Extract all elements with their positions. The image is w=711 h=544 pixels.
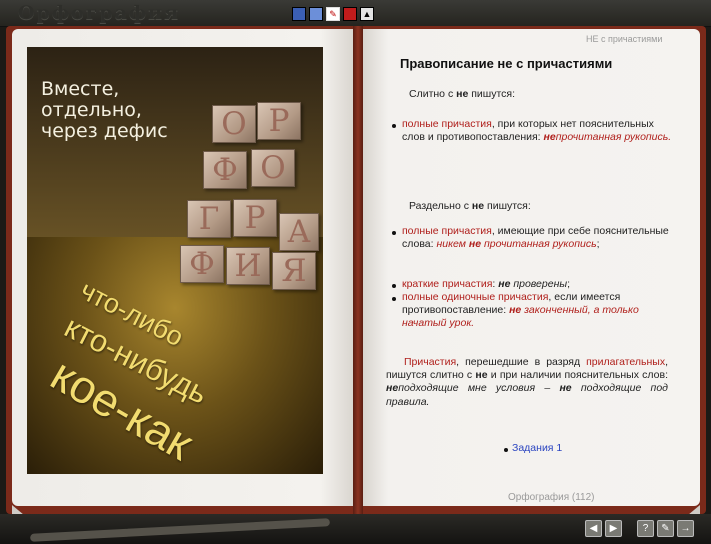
- para-text: и при наличии пояснительных слов:: [490, 369, 668, 382]
- example-text: прочитанная рукопись: [484, 238, 597, 251]
- example-ne: не: [386, 382, 399, 395]
- intro-text: пишутся:: [471, 88, 516, 100]
- rule-link[interactable]: краткие причастия: [402, 278, 492, 290]
- pen-decoration: [29, 518, 331, 542]
- rule-link[interactable]: полные одиночные причастия: [402, 291, 548, 303]
- rule-end: ;: [596, 238, 600, 251]
- bottom-toolbar: ◀ ▶ ? ✎ →: [0, 514, 711, 544]
- rule-item-3: краткие причастия: не проверены;: [402, 278, 672, 291]
- rule-item-1: полные причастия, при которых нет поясни…: [402, 118, 672, 144]
- back-button[interactable]: ◀: [585, 520, 602, 537]
- example-ne: не: [468, 238, 482, 251]
- rule-text: :: [492, 278, 496, 290]
- book-spine: [353, 26, 363, 514]
- page-footer: Орфография (112): [508, 492, 595, 503]
- heading-line-1: Вместе,: [41, 78, 120, 100]
- forward-button[interactable]: ▶: [605, 520, 622, 537]
- rule-link[interactable]: полные причастия: [402, 225, 492, 237]
- rule-link[interactable]: полные причастия: [402, 118, 492, 130]
- intro-text: пишутся:: [487, 200, 531, 212]
- illustration-heading: Вместе, отдельно, через дефис: [41, 79, 168, 142]
- intro-ne: не: [456, 88, 469, 100]
- intro-text: Слитно с: [409, 88, 454, 100]
- rule-item-2: полные причастия, имеющие при себе поясн…: [402, 225, 672, 251]
- example-text: проверены: [513, 278, 568, 290]
- example-text: подходящие мне условия –: [398, 382, 551, 395]
- para-ne: не: [475, 369, 488, 382]
- section-tab-1[interactable]: [292, 7, 306, 21]
- intro-ne: не: [471, 200, 485, 212]
- letter-block: Р: [257, 102, 301, 140]
- rule-link[interactable]: Причастия: [404, 356, 456, 368]
- bullet: [392, 297, 396, 301]
- page-header: НЕ с причастиями: [586, 34, 663, 44]
- example-ne: не: [509, 304, 522, 317]
- orthography-illustration: Вместе, отдельно, через дефис О Р Ф О Г …: [27, 47, 323, 474]
- top-desk-bar: Орфография ✎ ▲: [0, 0, 711, 27]
- notes-button[interactable]: ✎: [657, 520, 674, 537]
- together-intro: Слитно с не пишутся:: [409, 88, 515, 101]
- rule-end: ;: [567, 278, 570, 290]
- rule-link[interactable]: прилагательных: [586, 356, 665, 368]
- section-tab-2[interactable]: [309, 7, 323, 21]
- letter-block: А: [279, 213, 319, 251]
- section-tab-4[interactable]: [343, 7, 357, 21]
- example-text: прочитанная рукопись.: [555, 131, 672, 144]
- para-text: , перешедшие в разряд: [456, 356, 581, 368]
- example-ne: не: [543, 131, 556, 144]
- page-title: Правописание не с причастиями: [400, 56, 613, 71]
- letter-block: Ф: [203, 151, 247, 189]
- section-tab-3[interactable]: ✎: [326, 7, 340, 21]
- intro-text: Раздельно с: [409, 200, 469, 212]
- letter-block: О: [212, 105, 256, 143]
- heading-line-2: отдельно,: [41, 99, 142, 121]
- heading-line-3: через дефис: [41, 120, 168, 142]
- bullet: [392, 124, 396, 128]
- example-ne: не: [498, 278, 511, 290]
- exit-button[interactable]: →: [677, 520, 694, 537]
- bullet: [392, 231, 396, 235]
- help-button[interactable]: ?: [637, 520, 654, 537]
- letter-block: Р: [233, 199, 277, 237]
- adjective-paragraph: Причастия, перешедшие в разряд прилагате…: [386, 356, 668, 409]
- desk-title: Орфография: [18, 2, 181, 24]
- exercises-link[interactable]: Задания 1: [512, 442, 562, 455]
- letter-block: И: [226, 247, 270, 285]
- example-ne: не: [559, 382, 572, 395]
- letter-block: Ф: [180, 245, 224, 283]
- section-tabs: ✎ ▲: [292, 7, 374, 21]
- example-text: никем: [436, 238, 466, 251]
- letter-block: Я: [272, 252, 316, 290]
- bullet: [392, 284, 396, 288]
- letter-block: Г: [187, 200, 231, 238]
- letter-block: О: [251, 149, 295, 187]
- separate-intro: Раздельно с не пишутся:: [409, 200, 531, 213]
- rule-item-4: полные одиночные причастия, если имеется…: [402, 291, 672, 331]
- section-tab-5[interactable]: ▲: [360, 7, 374, 21]
- bullet: [504, 448, 508, 452]
